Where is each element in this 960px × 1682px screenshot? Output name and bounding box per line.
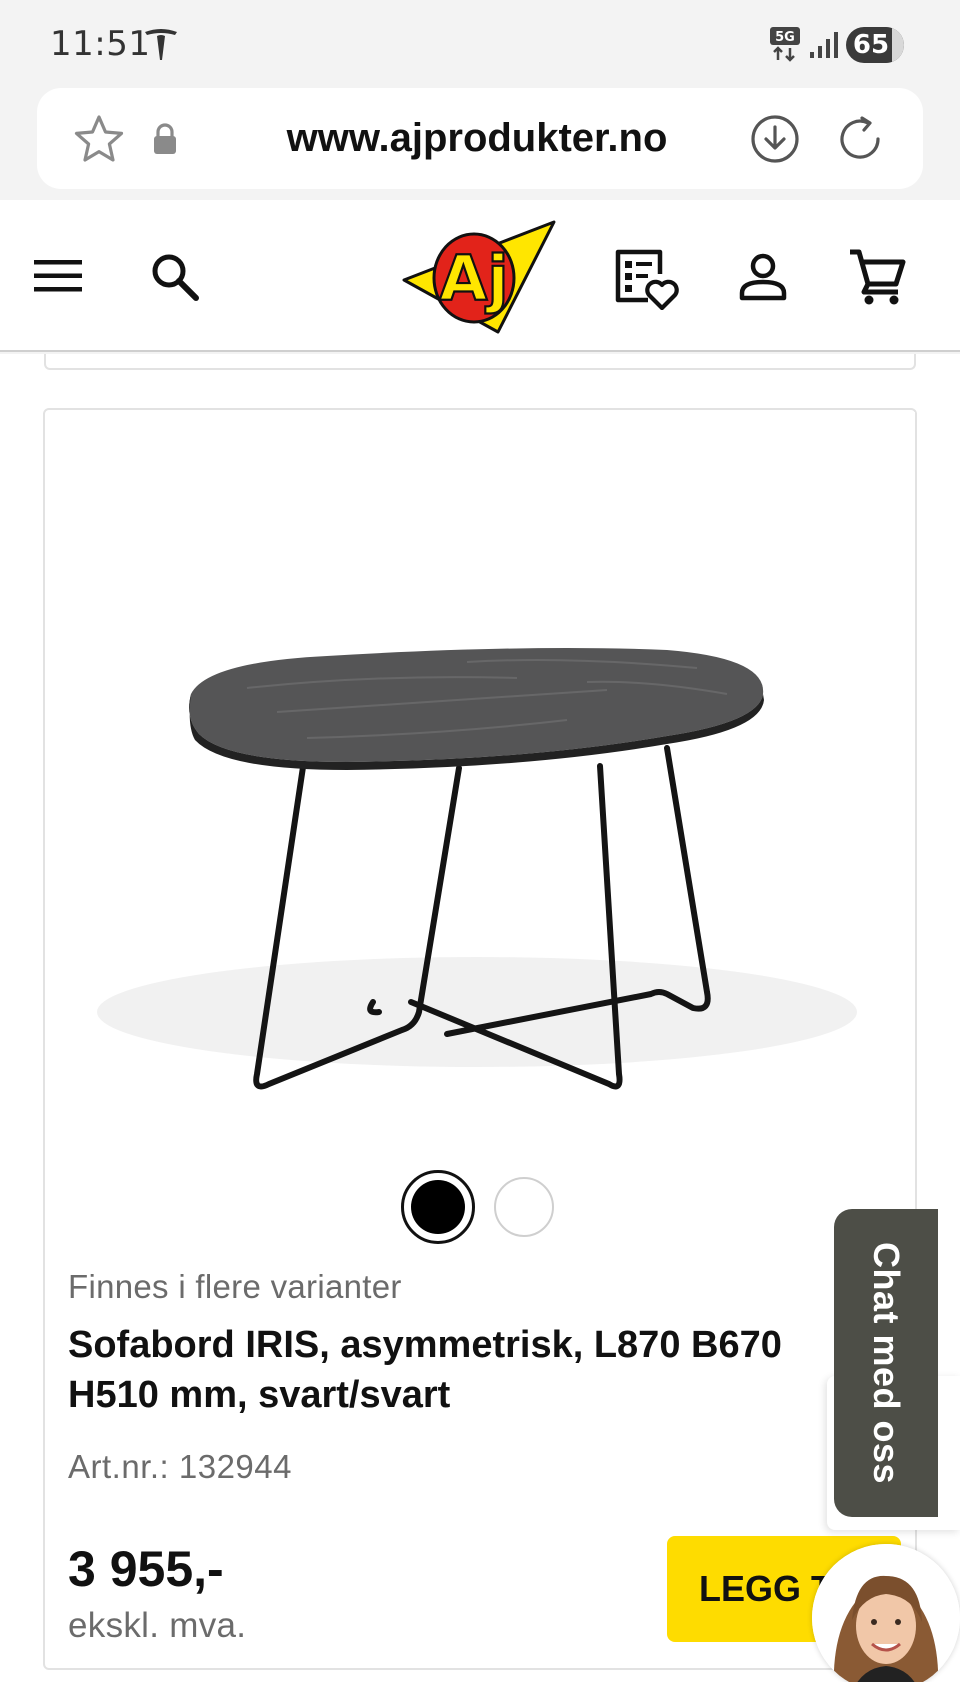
wishlist-icon[interactable] bbox=[612, 248, 680, 310]
battery-level: 65 bbox=[852, 30, 890, 60]
site-header: Aj bbox=[0, 200, 960, 352]
product-title[interactable]: Sofabord IRIS, asymmetrisk, L870 B670 H5… bbox=[68, 1320, 868, 1420]
status-time: 11:51 bbox=[50, 24, 151, 64]
account-icon[interactable] bbox=[738, 252, 788, 302]
network-5g-icon: 5G bbox=[770, 27, 800, 62]
article-number: Art.nr.: 132944 bbox=[68, 1448, 292, 1485]
signal-icon bbox=[810, 32, 838, 58]
product-image[interactable] bbox=[47, 412, 915, 1172]
product-listing: Finnes i flere varianter Sofabord IRIS, … bbox=[0, 354, 960, 1682]
address-bar[interactable]: www.ajprodukter.no bbox=[37, 88, 923, 189]
chat-label: Chat med oss bbox=[866, 1241, 907, 1485]
previous-product-card bbox=[44, 354, 916, 370]
url-text[interactable]: www.ajprodukter.no bbox=[197, 88, 757, 189]
color-swatch-white[interactable] bbox=[494, 1177, 554, 1237]
color-swatch-black[interactable] bbox=[401, 1170, 475, 1244]
star-icon[interactable] bbox=[73, 114, 125, 164]
cart-icon[interactable] bbox=[848, 248, 906, 306]
status-bar: 11:51 5G 65 bbox=[0, 0, 960, 88]
logo-text: Aj bbox=[439, 242, 508, 315]
download-icon[interactable] bbox=[749, 113, 801, 165]
aj-logo[interactable]: Aj bbox=[402, 220, 558, 335]
chat-agent-avatar[interactable] bbox=[812, 1544, 960, 1682]
variants-note: Finnes i flere varianter bbox=[68, 1268, 402, 1305]
battery-indicator: 65 bbox=[846, 27, 904, 63]
lock-icon bbox=[154, 123, 176, 154]
vat-note: ekskl. mva. bbox=[68, 1606, 247, 1645]
menu-icon[interactable] bbox=[34, 256, 84, 296]
product-price: 3 955,- bbox=[68, 1541, 224, 1597]
search-icon[interactable] bbox=[150, 252, 200, 302]
chat-button[interactable]: Chat med oss bbox=[834, 1209, 938, 1517]
tesla-icon bbox=[145, 29, 177, 60]
reload-icon[interactable] bbox=[834, 113, 886, 165]
network-label: 5G bbox=[775, 30, 795, 45]
product-card[interactable]: Finnes i flere varianter Sofabord IRIS, … bbox=[43, 408, 917, 1670]
agent-photo bbox=[812, 1544, 960, 1682]
